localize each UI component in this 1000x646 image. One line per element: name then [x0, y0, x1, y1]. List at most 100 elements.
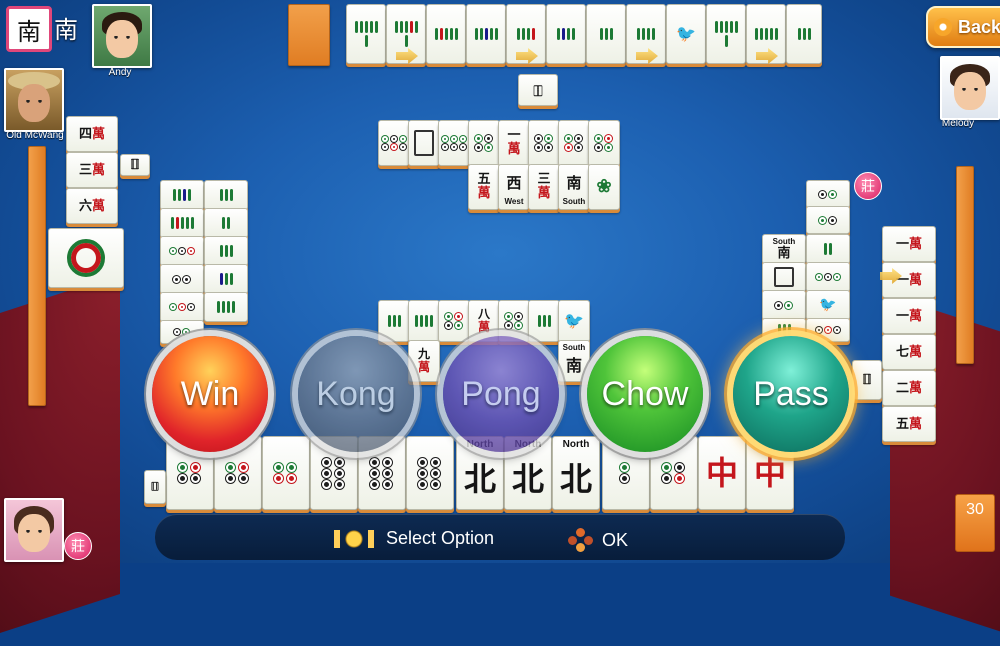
tile [48, 228, 124, 288]
tile [408, 120, 440, 166]
tile [558, 120, 590, 166]
tile: 🐦 [806, 290, 850, 320]
tile: ❀ [588, 164, 620, 210]
kong-label: Kong [316, 374, 396, 413]
tile: 一萬 [498, 120, 530, 166]
tile [786, 4, 822, 64]
dealer-badge-right: 莊 [854, 172, 882, 200]
pass-label: Pass [753, 374, 829, 413]
tile: South 南 [558, 164, 590, 210]
back-button[interactable]: Back [926, 6, 1000, 48]
control-hint-bar [155, 514, 845, 560]
avatar-melody [940, 56, 1000, 120]
hand-tile-red-dragon[interactable]: 中 [698, 436, 746, 510]
tile [762, 290, 806, 320]
dpad-icon [330, 529, 378, 548]
tile [408, 300, 440, 342]
tile [160, 264, 204, 294]
back-button-label: Back [958, 16, 1000, 37]
tile [160, 292, 204, 322]
avatar-andy [92, 4, 152, 68]
tile [438, 120, 470, 166]
table-edge-left [0, 274, 120, 646]
tile [806, 318, 850, 342]
tile: 二萬 [882, 370, 936, 406]
tile [528, 120, 560, 166]
pong-button[interactable]: Pong [443, 336, 559, 452]
tile: South 南 [558, 340, 590, 382]
tile [426, 4, 466, 64]
tile: 🐦 [666, 4, 706, 64]
win-button[interactable]: Win [152, 336, 268, 452]
tile: 🀓 [144, 470, 166, 504]
tile [204, 236, 248, 266]
tile [468, 120, 500, 166]
tile [806, 206, 850, 234]
tile-back-left-column [28, 146, 46, 406]
tile: 六萬 [66, 188, 118, 224]
hand-tile[interactable] [262, 436, 310, 510]
ok-hint: OK [568, 528, 628, 552]
tile: 一萬 [882, 226, 936, 262]
tile: 五萬 [882, 406, 936, 442]
tile: 一萬 [882, 298, 936, 334]
hand-tile-north[interactable]: North北 [552, 436, 600, 510]
dealer-badge-self: 莊 [64, 532, 92, 560]
tile [160, 236, 204, 266]
seat-wind-label: 南 [54, 16, 78, 44]
select-option-hint: Select Option [330, 528, 494, 549]
tile [204, 180, 248, 210]
avatar-self [4, 498, 64, 562]
chow-button[interactable]: Chow [587, 336, 703, 452]
tile [438, 300, 470, 342]
tile [586, 4, 626, 64]
tile: 🀓 [852, 360, 882, 400]
tile [378, 120, 410, 166]
tile: South 南 [762, 234, 806, 264]
tile: 五萬 [468, 164, 500, 210]
tile [806, 180, 850, 208]
tile [706, 4, 746, 64]
tile: West 西 [498, 164, 530, 210]
tile: 🀓 [120, 154, 150, 176]
pong-label: Pong [461, 374, 541, 413]
tile-back-top [288, 4, 330, 66]
pass-button[interactable]: Pass [733, 336, 849, 452]
tile: 🀑 [518, 74, 558, 106]
tile-back-right-column [956, 166, 974, 364]
tile [528, 300, 560, 342]
back-icon [934, 18, 952, 36]
select-option-label: Select Option [386, 528, 495, 548]
tile [806, 262, 850, 292]
tile: 三萬 [528, 164, 560, 210]
tile: 四萬 [66, 116, 118, 152]
tile [204, 264, 248, 294]
round-wind-badge: 南 [6, 6, 52, 52]
ok-label: OK [602, 529, 629, 550]
face-buttons-icon [568, 528, 594, 552]
tile [762, 262, 806, 292]
tile [378, 300, 410, 342]
tile [160, 208, 204, 238]
kong-button[interactable]: Kong [298, 336, 414, 452]
tiles-remaining-counter: 30 [955, 494, 995, 552]
tile: 三萬 [66, 152, 118, 188]
tile: 九萬 [408, 340, 440, 382]
tile [346, 4, 386, 64]
chow-label: Chow [601, 374, 689, 413]
tile [160, 180, 204, 210]
tile [466, 4, 506, 64]
tile [546, 4, 586, 64]
player-name-andy: Andy [108, 67, 132, 78]
tile [806, 234, 850, 264]
tile [204, 208, 248, 238]
tile [204, 292, 248, 322]
hand-tile[interactable] [406, 436, 454, 510]
avatar-old-mcwang [4, 68, 64, 132]
player-name-melody: Melody [941, 118, 975, 129]
player-name-old-mcwang: Old McWang [6, 130, 64, 141]
win-label: Win [180, 374, 240, 413]
tile: 七萬 [882, 334, 936, 370]
tile: 🐦 [558, 300, 590, 342]
tile [588, 120, 620, 166]
